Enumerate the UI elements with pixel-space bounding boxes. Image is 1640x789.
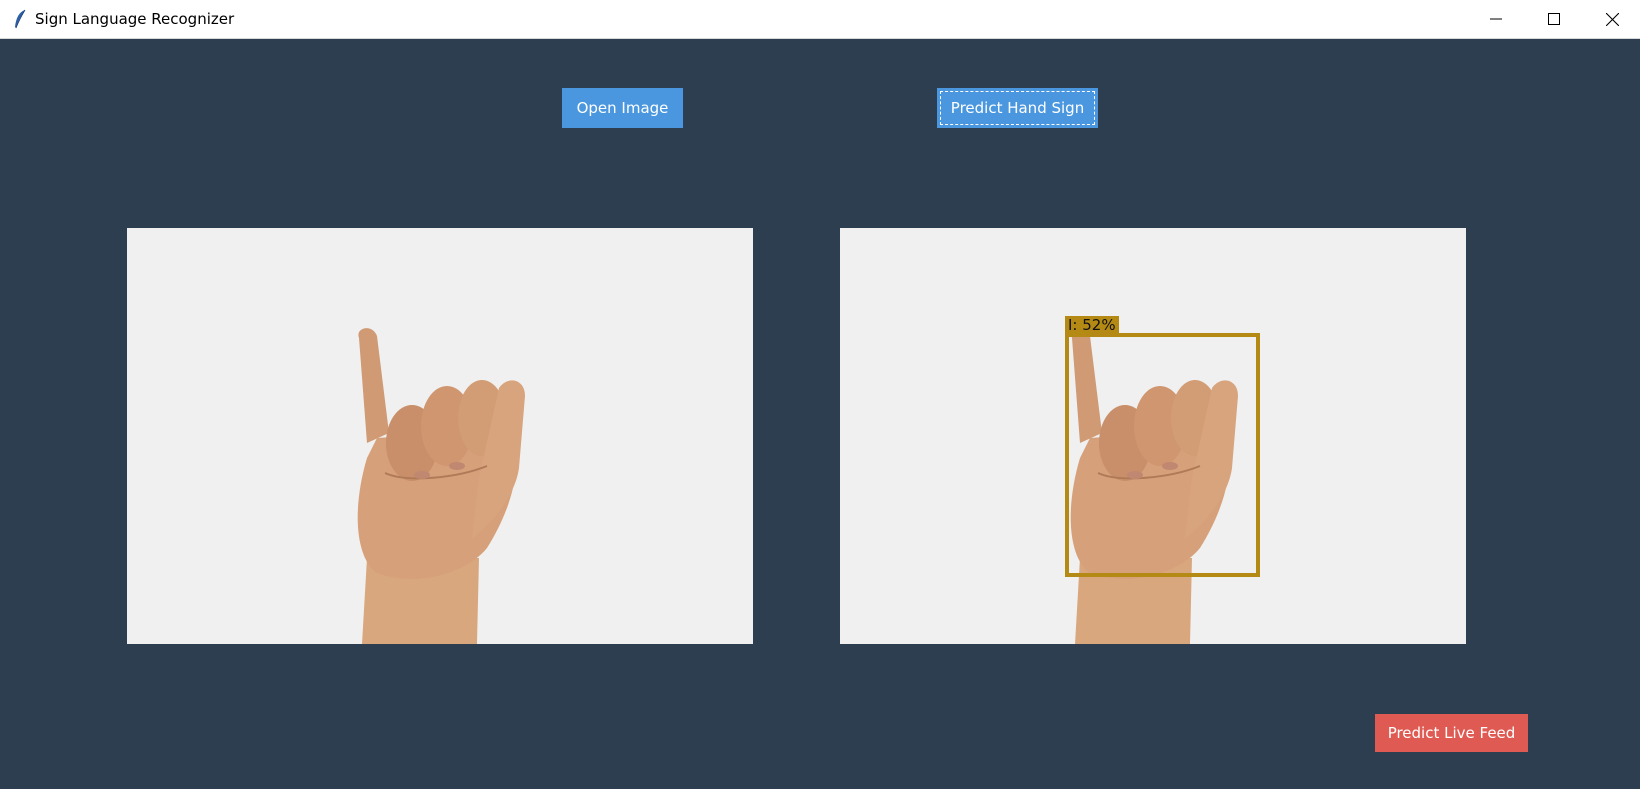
app-window: Sign Language Recognizer Open Image Pred… [0,0,1640,789]
close-button[interactable] [1583,0,1640,38]
focus-ring [940,91,1095,125]
maximize-icon [1548,13,1560,25]
prediction-image-panel: I: 52% [840,228,1466,644]
open-image-button[interactable]: Open Image [562,88,683,128]
title-bar[interactable]: Sign Language Recognizer [0,0,1640,39]
feather-icon [15,9,26,29]
close-icon [1605,12,1619,26]
predict-live-feed-button[interactable]: Predict Live Feed [1375,714,1528,752]
detection-bounding-box [1065,333,1260,577]
window-title: Sign Language Recognizer [35,10,235,28]
detection-label: I: 52% [1065,316,1119,335]
hand-sign-image [357,328,525,644]
predict-hand-sign-button[interactable]: Predict Hand Sign [937,88,1098,128]
input-image-panel [127,228,753,644]
maximize-button[interactable] [1525,0,1583,38]
minimize-icon [1490,18,1502,20]
minimize-button[interactable] [1467,0,1525,38]
